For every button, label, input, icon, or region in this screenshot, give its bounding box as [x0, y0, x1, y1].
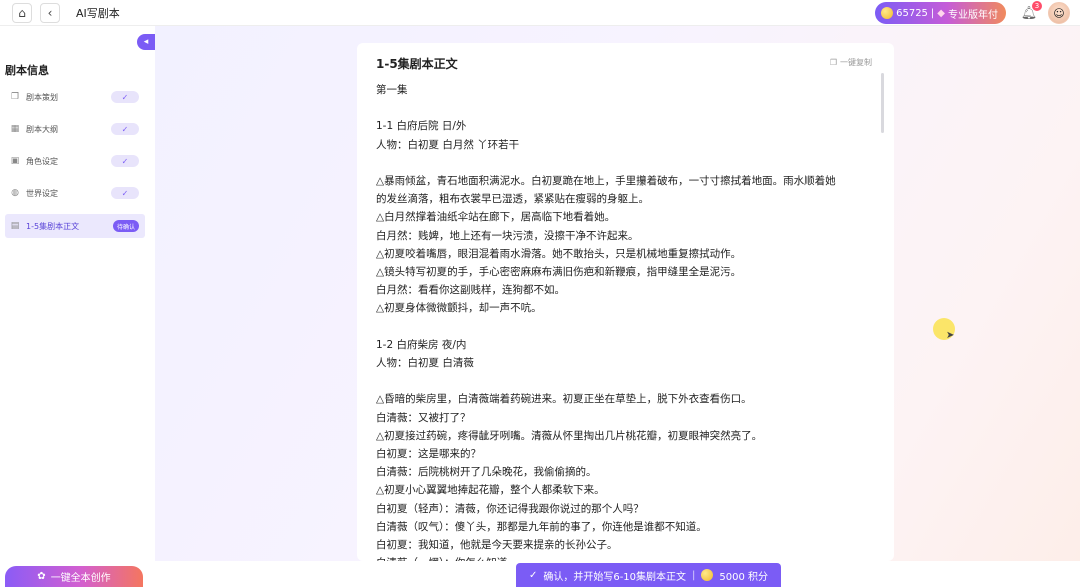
- back-icon: ‹: [47, 5, 53, 20]
- sidebar-item-planning[interactable]: ❐ 剧本策划 ✓: [5, 86, 145, 108]
- script-title: 1-5集剧本正文: [376, 57, 458, 71]
- notification-button[interactable]: 🔔︎ 3: [1020, 1, 1042, 22]
- points-badge[interactable]: 65725 | ◆ 专业版年付: [875, 2, 1006, 24]
- home-icon: ⌂: [18, 5, 26, 20]
- script-line: 白清薇：又被打了？: [376, 411, 471, 424]
- sidebar-item-label: 剧本策划: [26, 92, 58, 102]
- script-line: 人物：白初夏 白月然 丫环若干: [376, 138, 520, 151]
- script-line: △初夏咬着嘴唇，眼泪混着雨水滑落。她不敢抬头，只是机械地重复擦拭动作。: [376, 247, 742, 260]
- avatar[interactable]: ☺: [1048, 2, 1070, 24]
- sidebar-title: 剧本信息: [5, 64, 49, 77]
- sidebar-item-world[interactable]: ◍ 世界设定 ✓: [5, 182, 145, 204]
- create-full-script-button[interactable]: ✿ 一键全本创作: [5, 566, 143, 587]
- done-check-badge: ✓: [111, 155, 139, 167]
- done-check-badge: ✓: [111, 91, 139, 103]
- confirm-continue-button[interactable]: ✓ 确认，并开始写6-10集剧本正文 | 5000 积分: [516, 563, 781, 587]
- script-line: 白初夏（轻声）：清薇，你还记得我跟你说过的那个人吗？: [376, 502, 644, 515]
- mouse-cursor-icon: ➤: [946, 330, 955, 341]
- sidebar-item-script-1-5[interactable]: ▤ 1-5集剧本正文 待确认: [5, 214, 145, 238]
- document-icon: ▤: [10, 221, 20, 231]
- vip-label: 专业版年付: [948, 9, 998, 21]
- script-line: 1-1 白府后院 日/外: [376, 120, 467, 133]
- script-line: △暴雨倾盆，青石地面积满泥水。白初夏跪在地上，手里攥着破布，一寸寸擦拭着地面。雨…: [376, 174, 836, 206]
- top-bar: ⌂ ‹ AI写剧本 65725 | ◆ 专业版年付 🔔︎ 3 ☺: [0, 0, 1080, 26]
- script-line: 人物：白初夏 白清薇: [376, 357, 474, 369]
- vip-diamond-icon: ◆: [937, 7, 945, 19]
- pending-badge: 待确认: [112, 220, 139, 232]
- coin-icon: [881, 7, 894, 19]
- globe-icon: ◍: [11, 188, 19, 198]
- cost-label: 5000 积分: [719, 571, 769, 583]
- script-line: 白月然：贱婢，地上还有一块污渍，没擦干净不许起来。: [376, 229, 639, 242]
- person-icon: ▣: [10, 156, 20, 166]
- sidebar-item-outline[interactable]: ▦ 剧本大纲 ✓: [5, 118, 145, 140]
- avatar-face-icon: ☺: [1053, 6, 1065, 20]
- copy-icon: ❐: [10, 92, 20, 102]
- home-button[interactable]: ⌂: [12, 2, 32, 23]
- create-full-script-label: 一键全本创作: [50, 573, 111, 584]
- sidebar-item-label: 剧本大纲: [26, 124, 58, 134]
- grid-icon: ▦: [10, 124, 20, 134]
- page-title: AI写剧本: [76, 6, 120, 20]
- sidebar-item-characters[interactable]: ▣ 角色设定 ✓: [5, 150, 145, 172]
- script-line: 白清薇（叹气）：傻丫头，那都是九年前的事了，你连他是谁都不知道。: [376, 520, 707, 533]
- script-line: 白清薇（一愣）：你怎么知道: [376, 554, 876, 561]
- script-line: 白月然：看看你这副贱样，连狗都不如。: [376, 284, 565, 297]
- script-line: 1-2 白府柴房 夜/内: [376, 338, 467, 351]
- script-line: △初夏身体微微颤抖，却一声不吭。: [376, 302, 542, 315]
- done-check-badge: ✓: [111, 187, 139, 199]
- script-line: △镜头特写初夏的手，手心密密麻麻布满旧伤疤和新鞭痕，指甲缝里全是泥污。: [376, 266, 742, 278]
- script-line: △初夏接过药碗，疼得龇牙咧嘴。清薇从怀里掏出几片桃花瓣，初夏眼神突然亮了。: [376, 429, 763, 442]
- pill-divider: |: [930, 7, 935, 19]
- check-icon: ✓: [528, 569, 538, 581]
- copy-all-label: 一键复制: [840, 58, 872, 67]
- back-button[interactable]: ‹: [40, 2, 60, 23]
- script-body[interactable]: 第一集 1-1 白府后院 日/外人物：白初夏 白月然 丫环若干 △暴雨倾盆，青石地面…: [376, 81, 876, 561]
- sidebar-item-label: 世界设定: [26, 188, 58, 198]
- done-check-badge: ✓: [111, 123, 139, 135]
- coin-icon: [701, 569, 714, 581]
- confirm-label: 确认，并开始写6-10集剧本正文: [543, 571, 687, 583]
- script-line: 白初夏：我知道，他就是今天要来提亲的长孙公子。: [376, 539, 618, 552]
- script-line: △白月然撑着油纸伞站在廊下，居高临下地看着她。: [376, 211, 616, 224]
- script-card: 1-5集剧本正文 ❐ 一键复制 第一集 1-1 白府后院 日/外人物：白初夏 白月…: [357, 43, 894, 561]
- sidebar-item-label: 1-5集剧本正文: [26, 221, 80, 231]
- script-line: △昏暗的柴房里，白清薇端着药碗进来。初夏正坐在草垫上，脱下外衣查看伤口。: [376, 393, 752, 406]
- copy-all-button[interactable]: ❐ 一键复制: [830, 57, 872, 68]
- sidebar: ◂ 剧本信息 ❐ 剧本策划 ✓ ▦ 剧本大纲 ✓ ▣ 角色设定 ✓ ◍ 世界设定…: [0, 26, 155, 561]
- script-line: 白初夏：这是哪来的？: [376, 448, 481, 460]
- collapse-sidebar-button[interactable]: ◂: [137, 34, 155, 50]
- button-divider: |: [692, 569, 696, 581]
- copy-icon: ❐: [829, 58, 837, 67]
- collapse-arrow-icon: ◂: [143, 37, 149, 47]
- script-line: 第一集: [376, 84, 408, 96]
- script-line: △初夏小心翼翼地捧起花瓣，整个人都柔软下来。: [376, 484, 605, 497]
- script-line: 白清薇：后院桃树开了几朵晚花，我偷偷摘的。: [376, 466, 597, 479]
- sparkle-icon: ✿: [37, 571, 46, 582]
- notification-badge: 3: [1032, 1, 1042, 11]
- points-value: 65725: [896, 7, 928, 19]
- scrollbar[interactable]: [881, 73, 884, 133]
- topbar-right: 65725 | ◆ 专业版年付 🔔︎ 3 ☺: [875, 1, 1070, 24]
- sidebar-item-label: 角色设定: [26, 156, 58, 166]
